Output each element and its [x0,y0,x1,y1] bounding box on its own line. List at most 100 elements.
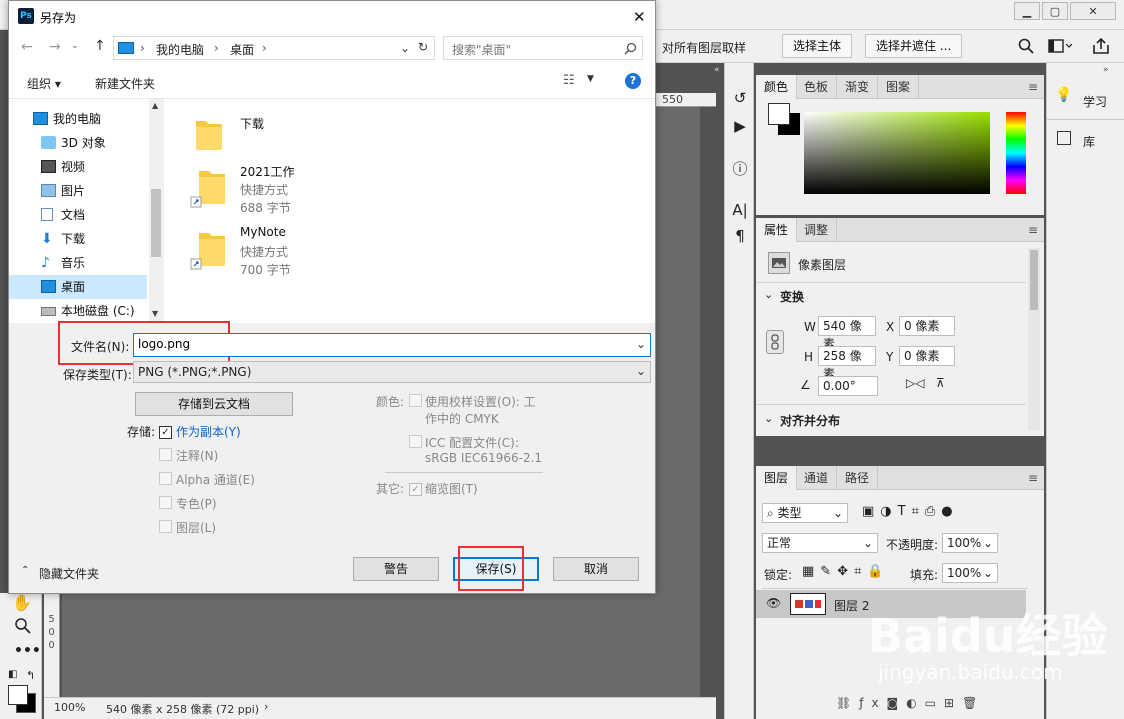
search-icon[interactable] [1018,38,1034,54]
chevron-down-icon[interactable]: ⌄ [636,364,646,378]
fg-color-chip[interactable] [768,103,790,125]
back-arrow-icon[interactable]: ← [21,39,33,55]
thumbnail-checkbox[interactable]: ✓ [409,481,422,496]
more-tools-icon[interactable]: ••• [14,643,41,659]
tab-layers[interactable]: 图层 [756,466,798,490]
angle-field[interactable]: 0.00° [818,376,878,396]
scroll-down-icon[interactable]: ▼ [152,309,158,318]
spot-checkbox[interactable] [159,496,172,512]
icc-checkbox[interactable] [409,435,422,451]
close-window-button[interactable]: ✕ [1070,2,1116,20]
as-copy-checkbox[interactable]: ✓ [159,424,172,439]
minimize-button[interactable]: ▁ [1014,2,1040,20]
help-icon[interactable]: ? [625,73,641,89]
tree-item-my-computer[interactable]: 我的电脑 [9,107,147,131]
zoom-tool-icon[interactable] [14,617,32,635]
tree-item-videos[interactable]: 视频 [9,155,147,179]
alpha-checkbox[interactable] [159,472,172,488]
hue-slider[interactable] [1006,112,1026,194]
tab-adjustments[interactable]: 调整 [796,218,838,242]
forward-arrow-icon[interactable]: → [49,39,61,55]
character-icon[interactable]: A| [729,199,751,221]
tree-item-music[interactable]: ♪ 音乐 [9,251,147,275]
search-box[interactable]: 搜索"桌面" [443,36,643,60]
chevron-down-icon[interactable]: ▼ [587,74,594,84]
chevron-up-icon[interactable]: ⌃ [21,565,29,576]
save-to-cloud-button[interactable]: 存储到云文档 [135,392,293,416]
visibility-eye-icon[interactable]: 👁 [766,596,781,610]
tree-item-documents[interactable]: 文档 [9,203,147,227]
tree-item-downloads[interactable]: ⬇ 下载 [9,227,147,251]
workspace-icon[interactable] [1048,39,1072,53]
tree-item-desktop[interactable]: 桌面 [9,275,147,299]
status-menu-chevron-icon[interactable]: › [264,700,268,713]
foreground-color-swatch[interactable] [8,685,28,705]
filename-input[interactable]: logo.png ⌄ [133,333,651,357]
blend-mode-select[interactable]: 正常 ⌄ [762,533,878,553]
tab-properties[interactable]: 属性 [756,218,798,242]
layers-checkbox[interactable] [159,520,172,536]
panel-menu-icon[interactable]: ≡ [1028,471,1038,485]
history-icon[interactable]: ↺ [729,87,751,109]
chevron-down-icon[interactable]: ⌄ [400,41,410,55]
swap-colors-icon[interactable]: ↰ [26,669,35,682]
hand-tool-icon[interactable]: ✋ [12,593,32,612]
default-colors-icon[interactable]: ◧ [8,669,17,680]
as-copy-label[interactable]: 作为副本(Y) [176,423,241,440]
opacity-field[interactable]: 100% ⌄ [942,533,998,553]
zoom-level[interactable]: 100% [54,701,85,714]
fill-field[interactable]: 100% ⌄ [942,563,998,583]
scroll-up-icon[interactable]: ▲ [152,101,158,110]
search-icon[interactable] [624,42,637,55]
refresh-icon[interactable]: ↻ [418,40,428,54]
tab-swatches[interactable]: 色板 [796,75,838,99]
share-icon[interactable] [1092,37,1110,55]
select-subject-button[interactable]: 选择主体 [782,34,853,58]
scroll-thumb[interactable] [151,189,161,257]
collapse-icon[interactable]: « [714,65,720,75]
chevron-down-icon[interactable]: ⌄ [636,337,646,351]
breadcrumb-desktop[interactable]: 桌面 [230,41,254,58]
new-folder-button[interactable]: 新建文件夹 [95,75,155,92]
maximize-button[interactable]: ▢ [1042,2,1068,20]
layer-bottom-icons[interactable]: ⛓ƒx◙◐▭⊞🗑 [836,696,985,710]
recent-chevron-down-icon[interactable]: ⌄ [71,41,79,51]
flip-horizontal-icon[interactable]: ▷◁ [906,376,924,390]
height-field[interactable]: 258 像素 [818,346,876,381]
search-input[interactable]: 搜索"桌面" [452,41,511,58]
collapse-icon[interactable]: » [1103,65,1109,75]
tree-item-pictures[interactable]: 图片 [9,179,147,203]
select-and-mask-button[interactable]: 选择并遮住 ... [865,34,963,58]
link-icon[interactable] [766,330,784,354]
tab-gradients[interactable]: 渐变 [837,75,879,99]
file-item-mynote[interactable]: MyNote 快捷方式 700 字节 [190,223,494,279]
width-field[interactable]: 540 像素 [818,316,876,351]
organize-button[interactable]: 组织 ▾ [27,75,61,92]
sample-all-layers-label[interactable]: 对所有图层取样 [662,39,746,56]
properties-scrollbar[interactable] [1028,248,1040,430]
tab-paths[interactable]: 路径 [837,466,879,490]
chevron-down-icon[interactable]: ⌄ [764,288,773,301]
color-field[interactable] [804,112,990,194]
up-arrow-icon[interactable]: ↑ [94,38,106,54]
layer-filter-icons[interactable]: ▣◑T⌗⎙● [862,504,959,519]
use-proof-checkbox[interactable] [409,394,422,410]
warning-button[interactable]: 警告 [353,557,439,581]
learn-label[interactable]: 学习 [1083,93,1107,110]
libraries-label[interactable]: 库 [1083,133,1095,150]
tree-item-local-disk[interactable]: 本地磁盘 (C:) [9,299,147,323]
panel-menu-icon[interactable]: ≡ [1028,80,1038,94]
address-bar[interactable]: › 我的电脑 › 桌面 › ⌄ ↻ [113,36,435,60]
tab-color[interactable]: 颜色 [756,75,798,99]
x-field[interactable]: 0 像素 [899,316,955,336]
notes-checkbox[interactable] [159,448,172,464]
tab-patterns[interactable]: 图案 [878,75,920,99]
file-item-downloads-folder[interactable]: 下载 [194,109,494,165]
flip-vertical-icon[interactable]: ⊼ [936,376,945,390]
layer-name[interactable]: 图层 2 [834,597,869,614]
close-icon[interactable]: ✕ [633,8,646,26]
info-icon[interactable]: ⓘ [729,157,751,179]
tree-item-3d-objects[interactable]: 3D 对象 [9,131,147,155]
chevron-down-icon[interactable]: ⌄ [764,412,773,425]
filetype-select[interactable]: PNG (*.PNG;*.PNG) ⌄ [133,361,651,383]
